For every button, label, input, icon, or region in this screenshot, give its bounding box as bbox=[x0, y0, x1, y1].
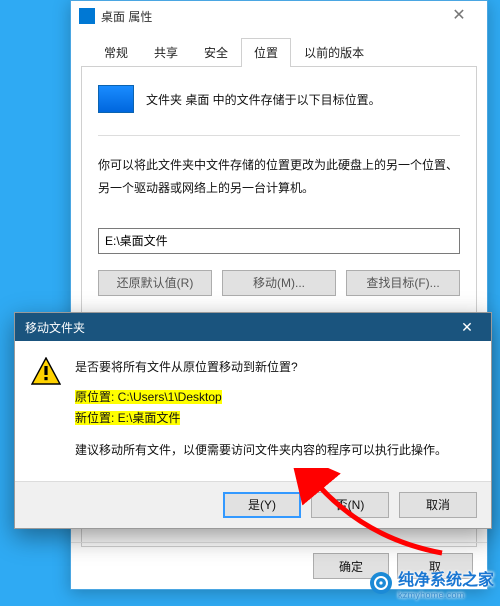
move-button[interactable]: 移动(M)... bbox=[222, 270, 336, 296]
tab-strip: 常规 共享 安全 位置 以前的版本 bbox=[81, 31, 477, 67]
confirm-body: 是否要将所有文件从原位置移动到新位置? 原位置: C:\Users\1\Desk… bbox=[15, 341, 491, 481]
folder-info-text: 文件夹 桌面 中的文件存储于以下目标位置。 bbox=[146, 91, 381, 108]
target-path-input[interactable] bbox=[98, 228, 460, 254]
watermark-logo-icon bbox=[370, 572, 392, 594]
close-icon: ✕ bbox=[452, 8, 465, 24]
confirm-advice: 建议移动所有文件，以便需要访问文件夹内容的程序可以执行此操作。 bbox=[75, 440, 447, 460]
tab-sharing[interactable]: 共享 bbox=[141, 38, 191, 67]
confirm-titlebar[interactable]: 移动文件夹 ✕ bbox=[15, 313, 491, 341]
warning-icon bbox=[31, 357, 61, 461]
no-button[interactable]: 否(N) bbox=[311, 492, 389, 518]
find-target-button[interactable]: 查找目标(F)... bbox=[346, 270, 460, 296]
new-location-line: 新位置: E:\桌面文件 bbox=[75, 408, 447, 428]
confirm-title-text: 移动文件夹 bbox=[25, 319, 85, 336]
restore-default-button[interactable]: 还原默认值(R) bbox=[98, 270, 212, 296]
close-icon: ✕ bbox=[461, 319, 473, 336]
desktop-icon bbox=[79, 8, 95, 24]
confirm-close-button[interactable]: ✕ bbox=[447, 313, 487, 341]
tab-location[interactable]: 位置 bbox=[241, 38, 291, 67]
folder-info-row: 文件夹 桌面 中的文件存储于以下目标位置。 bbox=[98, 85, 460, 113]
divider bbox=[98, 135, 460, 136]
old-location-line: 原位置: C:\Users\1\Desktop bbox=[75, 387, 447, 407]
location-description: 你可以将此文件夹中文件存储的位置更改为此硬盘上的另一个位置、另一个驱动器或网络上… bbox=[98, 154, 460, 200]
move-folder-dialog: 移动文件夹 ✕ 是否要将所有文件从原位置移动到新位置? 原位置: C:\User… bbox=[14, 312, 492, 529]
tab-previous-versions[interactable]: 以前的版本 bbox=[291, 38, 377, 67]
desktop-folder-icon bbox=[98, 85, 134, 113]
tab-security[interactable]: 安全 bbox=[191, 38, 241, 67]
confirm-cancel-button[interactable]: 取消 bbox=[399, 492, 477, 518]
window-close-button[interactable]: ✕ bbox=[439, 1, 479, 31]
location-buttons: 还原默认值(R) 移动(M)... 查找目标(F)... bbox=[98, 270, 460, 296]
confirm-question: 是否要将所有文件从原位置移动到新位置? bbox=[75, 357, 447, 377]
confirm-button-bar: 是(Y) 否(N) 取消 bbox=[15, 481, 491, 528]
watermark-text: 纯净系统之家 kzmyhome.com bbox=[398, 566, 494, 600]
confirm-text: 是否要将所有文件从原位置移动到新位置? 原位置: C:\Users\1\Desk… bbox=[75, 357, 447, 461]
tab-general[interactable]: 常规 bbox=[91, 38, 141, 67]
yes-button[interactable]: 是(Y) bbox=[223, 492, 301, 518]
titlebar[interactable]: 桌面 属性 ✕ bbox=[71, 1, 487, 31]
watermark: 纯净系统之家 kzmyhome.com bbox=[370, 566, 494, 600]
window-title: 桌面 属性 bbox=[101, 8, 439, 25]
